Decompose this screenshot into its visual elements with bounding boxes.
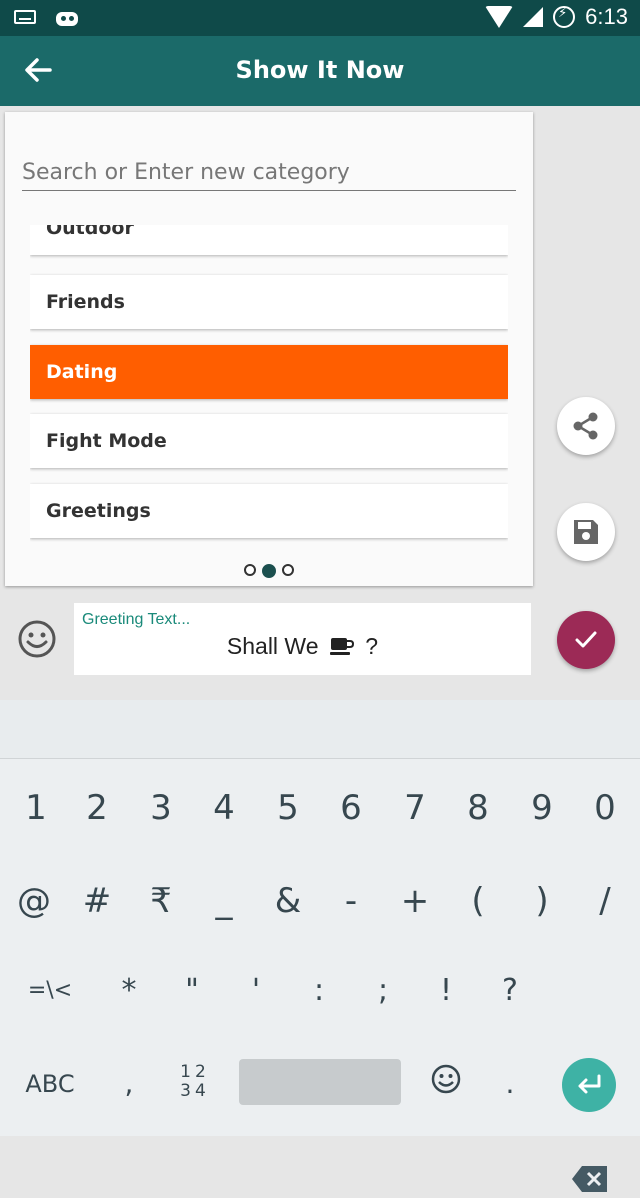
category-list[interactable]: Outdoor Friends Dating Fight Mode Greeti… [30,225,508,545]
key-paren-close[interactable]: ) [510,856,574,946]
key-semicolon[interactable]: ; [351,946,415,1036]
signal-icon [523,7,544,27]
category-item-friends[interactable]: Friends [30,275,508,329]
save-icon [574,520,598,544]
wifi-icon [485,6,514,28]
message-suffix: ? [365,633,379,659]
app-bar: Show It Now [0,36,640,106]
keyboard: 1 2 3 4 5 6 7 8 9 0 @ # ₹ _ & - + ( ) / … [0,759,640,1192]
key-comma[interactable]: , [97,1039,161,1129]
key-slash[interactable]: / [573,856,637,946]
enter-icon [578,1074,601,1094]
smiley-icon [18,620,56,658]
key-question[interactable]: ? [478,946,542,1036]
key-plus[interactable]: + [383,856,447,946]
backspace-icon [572,1166,607,1192]
key-single-quote[interactable]: ' [224,946,288,1036]
greeting-text-field[interactable]: Greeting Text... Shall We ? [74,603,531,675]
key-6[interactable]: 6 [319,763,383,853]
key-at[interactable]: @ [2,856,66,946]
key-asterisk[interactable]: * [97,946,161,1036]
keyboard-icon [14,10,36,24]
status-bar: 6:13 [0,0,640,36]
battery-charging-icon [553,6,576,28]
category-item-dating[interactable]: Dating [30,345,508,399]
emoji-key[interactable] [414,1054,478,1104]
key-3[interactable]: 3 [129,763,193,853]
page-indicator [5,564,533,578]
keyboard-suggestion-strip [0,700,640,759]
coffee-icon [329,638,354,655]
key-7[interactable]: 7 [383,763,447,853]
key-0[interactable]: 0 [573,763,637,853]
android-icon [54,6,80,28]
key-exclamation[interactable]: ! [414,946,478,1036]
key-2[interactable]: 2 [65,763,129,853]
key-double-quote[interactable]: " [160,946,224,1036]
key-numpad-switch[interactable]: 12 34 [178,1063,212,1107]
key-underscore[interactable]: _ [192,856,256,946]
page-dot[interactable] [244,564,256,576]
emoji-button[interactable] [17,619,57,659]
keyboard-row-symbols: @ # ₹ _ & - + ( ) / [0,856,640,946]
key-rupee[interactable]: ₹ [129,856,193,946]
key-ampersand[interactable]: & [256,856,320,946]
category-item-greetings[interactable]: Greetings [30,484,508,538]
key-hash[interactable]: # [65,856,129,946]
category-item-outdoor[interactable]: Outdoor [30,225,508,255]
page-dot-active[interactable] [262,564,276,578]
key-paren-open[interactable]: ( [446,856,510,946]
space-key[interactable] [239,1059,401,1105]
share-icon [573,412,598,440]
key-1[interactable]: 1 [4,763,68,853]
category-panel: Outdoor Friends Dating Fight Mode Greeti… [5,112,533,586]
key-more-symbols[interactable]: =\< [18,946,82,1036]
key-5[interactable]: 5 [256,763,320,853]
confirm-button[interactable] [557,611,615,669]
numpad-label-bottom: 34 [180,1081,210,1101]
key-4[interactable]: 4 [192,763,256,853]
message-text: Shall We [226,633,319,659]
share-button[interactable] [557,397,615,455]
greeting-hint: Greeting Text... [82,611,191,628]
clock: 6:13 [585,4,628,29]
key-period[interactable]: . [478,1039,542,1129]
backspace-key[interactable] [570,1164,610,1194]
key-8[interactable]: 8 [446,763,510,853]
save-button[interactable] [557,503,615,561]
keyboard-row-digits: 1 2 3 4 5 6 7 8 9 0 [0,763,640,853]
check-icon [575,631,597,648]
key-minus[interactable]: - [319,856,383,946]
page-dot[interactable] [282,564,294,576]
category-search-input[interactable] [22,154,516,191]
category-item-fight-mode[interactable]: Fight Mode [30,414,508,468]
key-abc[interactable]: ABC [18,1039,82,1129]
keyboard-row-punct: =\< * " ' : ; ! ? [0,946,640,1192]
greeting-message: Shall We ? [74,633,531,660]
smiley-icon [431,1064,461,1094]
key-9[interactable]: 9 [510,763,574,853]
numpad-label-top: 12 [180,1062,210,1082]
page-title: Show It Now [235,56,405,84]
key-colon[interactable]: : [287,946,351,1036]
enter-key[interactable] [562,1058,616,1112]
